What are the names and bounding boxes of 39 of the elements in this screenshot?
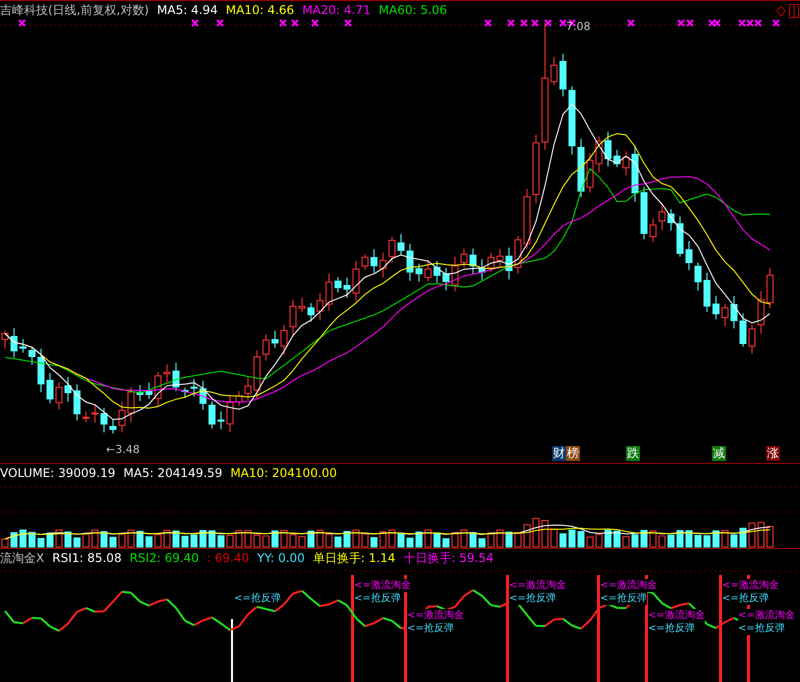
low-price-label: ←3.48 bbox=[106, 444, 140, 456]
indicator-legend: : 69.40 bbox=[206, 551, 250, 565]
indicator-legend: RSI1: 85.08 bbox=[52, 551, 122, 565]
indicator-legend: RSI2: 69.40 bbox=[130, 551, 199, 565]
signal-tag: <=抢反弹 bbox=[509, 592, 556, 605]
volume-legend: VOLUME: 39009.19 bbox=[0, 466, 116, 480]
signal-tag: <=激流淘金 bbox=[509, 579, 566, 592]
event-badge[interactable]: 涨 bbox=[766, 446, 780, 461]
signal-tag: <=激流淘金 bbox=[722, 579, 779, 592]
signal-tag: <=激流淘金 bbox=[354, 579, 411, 592]
ma-legend: MA20: 4.71 bbox=[302, 3, 371, 17]
indicator-legend: 十日换手: 59.54 bbox=[403, 551, 494, 565]
signal-tag: <=激流淘金 bbox=[648, 609, 705, 622]
indicator-legend: 单日换手: 1.14 bbox=[312, 551, 396, 565]
high-price-label: 7.08 bbox=[566, 21, 590, 33]
volume-legend: MA5: 204149.59 bbox=[123, 466, 222, 480]
ma-legend: MA60: 5.06 bbox=[378, 3, 448, 17]
indicator-legend: YY: 0.00 bbox=[257, 551, 305, 565]
signal-tag: <=激流淘金 bbox=[407, 609, 464, 622]
diamond-icon[interactable] bbox=[776, 5, 786, 17]
signal-tag: <=抢反弹 bbox=[722, 592, 769, 605]
signal-tag: <=抢反弹 bbox=[648, 622, 695, 635]
signal-tag: <=抢反弹 bbox=[738, 622, 785, 635]
volume-legend: MA10: 204100.00 bbox=[230, 466, 337, 480]
signal-tag: <=抢反弹 bbox=[407, 622, 454, 635]
ma-legend: MA5: 4.94 bbox=[157, 3, 218, 17]
ma-legend: MA10: 4.66 bbox=[226, 3, 294, 17]
event-badge[interactable]: 跌 bbox=[626, 446, 640, 461]
event-badge[interactable]: 榜 bbox=[566, 446, 580, 461]
signal-tag: <=抢反弹 bbox=[234, 592, 281, 605]
split-panel-icon[interactable] bbox=[789, 4, 799, 18]
event-badge[interactable]: 财 bbox=[552, 446, 566, 461]
signal-tag: <=激流淘金 bbox=[738, 609, 795, 622]
signal-tag: <=抢反弹 bbox=[600, 592, 647, 605]
event-badge[interactable]: 减 bbox=[712, 446, 726, 461]
indicator-legend: 流淘金X bbox=[0, 551, 44, 565]
signal-tag: <=抢反弹 bbox=[354, 592, 401, 605]
signal-tag: <=激流淘金 bbox=[600, 579, 657, 592]
chart-title: 吉峰科技(日线,前复权,对数) bbox=[0, 3, 149, 17]
